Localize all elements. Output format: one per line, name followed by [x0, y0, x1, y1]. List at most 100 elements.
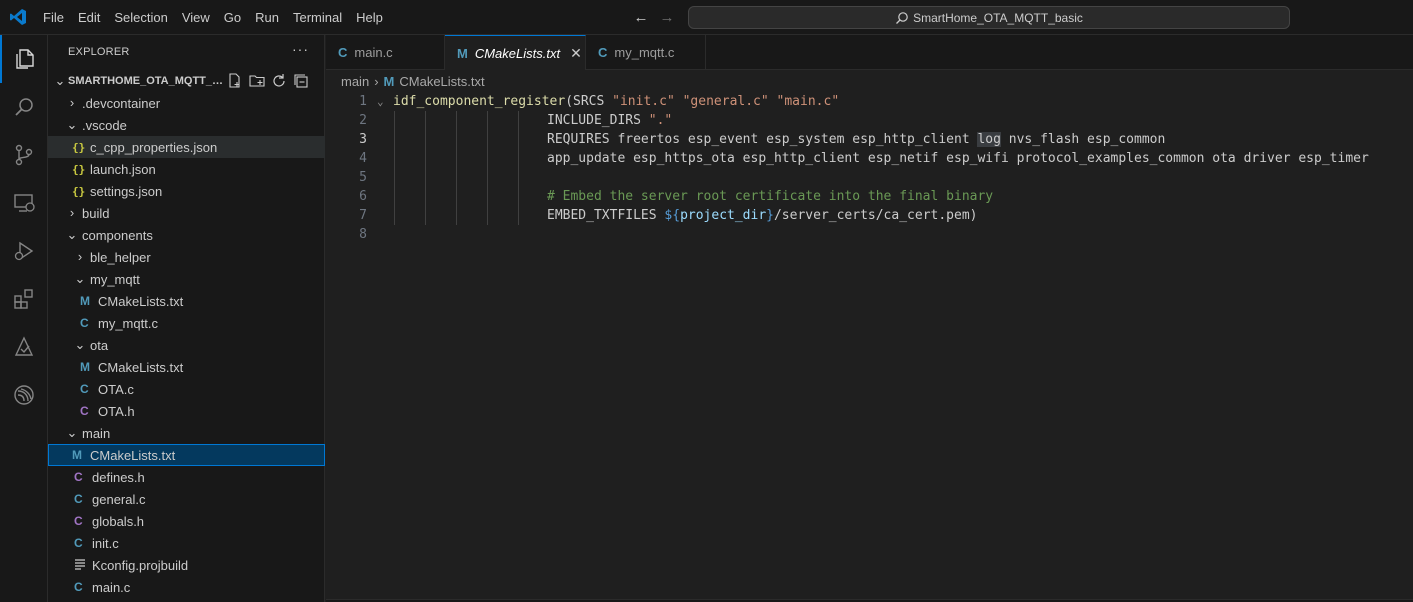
- code-line-3: REQUIRES freertos esp_event esp_system e…: [547, 130, 1165, 149]
- back-arrow-icon[interactable]: ←: [632, 9, 650, 27]
- breadcrumb-folder[interactable]: main: [341, 74, 369, 89]
- text-file-icon: [74, 558, 92, 573]
- h-file-icon: C: [80, 404, 89, 418]
- menu-terminal[interactable]: Terminal: [286, 0, 349, 35]
- code-token: idf_component_register: [393, 94, 566, 109]
- tree-folder-my-mqtt[interactable]: ⌄ my_mqtt: [48, 268, 325, 290]
- source-control-button[interactable]: [0, 131, 48, 179]
- tree-item-label: OTA.c: [98, 381, 134, 397]
- tree-item-label: .devcontainer: [82, 95, 161, 111]
- espressif-button[interactable]: [0, 371, 48, 419]
- tree-file-my-mqtt-cmakelists[interactable]: M CMakeLists.txt: [48, 290, 325, 312]
- tree-file-globals-h[interactable]: C globals.h: [48, 510, 325, 532]
- tree-item-label: CMakeLists.txt: [90, 447, 176, 463]
- extensions-button[interactable]: [0, 275, 48, 323]
- fold-chevron-icon[interactable]: ⌄: [377, 92, 384, 111]
- menu-run[interactable]: Run: [248, 0, 286, 35]
- line-number: 6: [359, 189, 367, 204]
- h-file-icon: C: [74, 514, 83, 528]
- code-token: nvs_flash esp_common: [1000, 132, 1166, 147]
- breadcrumb-file[interactable]: CMakeLists.txt: [399, 74, 484, 89]
- remote-explorer-button[interactable]: [0, 179, 48, 227]
- chevron-down-icon: ⌄: [54, 73, 66, 88]
- tree-file-kconfig[interactable]: Kconfig.projbuild: [48, 554, 325, 576]
- line-number: 1: [359, 94, 367, 109]
- tree-item-label: my_mqtt.c: [98, 315, 158, 331]
- tree-item-label: c_cpp_properties.json: [90, 139, 218, 155]
- tree-folder-main[interactable]: ⌄ main: [48, 422, 325, 444]
- activity-bar: [0, 35, 48, 602]
- workspace-root[interactable]: ⌄ SMARTHOME_OTA_MQTT_BASIC: [48, 70, 325, 92]
- tab-cmakelists[interactable]: M CMakeLists.txt ✕: [445, 35, 586, 70]
- tree-file-settings-json[interactable]: {} settings.json: [48, 180, 325, 202]
- collapse-all-icon[interactable]: [290, 70, 312, 92]
- tree-item-label: my_mqtt: [90, 271, 140, 287]
- menu-help[interactable]: Help: [349, 0, 390, 35]
- c-file-icon: C: [74, 536, 83, 550]
- code-string: ".": [648, 113, 673, 128]
- tree-file-init-c[interactable]: C init.c: [48, 532, 325, 554]
- tab-my-mqtt-c[interactable]: C my_mqtt.c: [586, 35, 706, 70]
- refresh-icon[interactable]: [268, 70, 290, 92]
- menu-view[interactable]: View: [175, 0, 217, 35]
- code-line-2: INCLUDE_DIRS ".": [547, 111, 672, 130]
- indent-guide: [394, 111, 395, 225]
- c-file-icon: C: [80, 382, 89, 396]
- tree-file-launch-json[interactable]: {} launch.json: [48, 158, 325, 180]
- explorer-button[interactable]: [0, 35, 48, 83]
- code-editor[interactable]: 1 2 3 4 5 6 7 8 ⌄ idf_component_register…: [326, 92, 1413, 600]
- tree-file-main-c[interactable]: C main.c: [48, 576, 325, 598]
- tree-item-label: init.c: [92, 535, 119, 551]
- chevron-right-icon: ›: [77, 249, 83, 264]
- remote-explorer-icon: [14, 194, 35, 212]
- tree-file-my-mqtt-c[interactable]: C my_mqtt.c: [48, 312, 325, 334]
- menu-go[interactable]: Go: [217, 0, 248, 35]
- tree-folder-components[interactable]: ⌄ components: [48, 224, 325, 246]
- tree-item-label: general.c: [92, 491, 146, 507]
- tree-item-label: launch.json: [90, 161, 156, 177]
- tab-main-c[interactable]: C main.c: [326, 35, 445, 70]
- indent-guide: [487, 111, 488, 225]
- espressif-icon: [14, 385, 34, 405]
- breadcrumb: main › M CMakeLists.txt: [326, 70, 485, 92]
- tree-file-general-c[interactable]: C general.c: [48, 488, 325, 510]
- extensions-icon: [14, 289, 33, 309]
- idf-explorer-button[interactable]: [0, 323, 48, 371]
- chevron-right-icon: ›: [69, 95, 75, 110]
- tree-folder-ble-helper[interactable]: › ble_helper: [48, 246, 325, 268]
- tree-folder-devcontainer[interactable]: › .devcontainer: [48, 92, 325, 114]
- c-file-icon: C: [74, 580, 83, 594]
- menu-edit[interactable]: Edit: [71, 0, 107, 35]
- line-number: 2: [359, 113, 367, 128]
- search-button[interactable]: [0, 83, 48, 131]
- code-string: "general.c": [682, 94, 769, 109]
- idf-icon: [14, 336, 34, 356]
- tree-file-c-cpp-properties[interactable]: {} c_cpp_properties.json: [48, 136, 325, 158]
- tree-item-label: components: [82, 227, 153, 243]
- tree-item-label: main: [82, 425, 111, 441]
- tree-file-ota-h[interactable]: C OTA.h: [48, 400, 325, 422]
- tree-file-defines-h[interactable]: C defines.h: [48, 466, 325, 488]
- tree-file-main-cmakelists[interactable]: M CMakeLists.txt: [48, 444, 325, 466]
- close-icon[interactable]: ✕: [570, 45, 582, 62]
- line-number: 5: [359, 170, 367, 185]
- sidebar-title: EXPLORER: [68, 46, 130, 58]
- tree-file-ota-c[interactable]: C OTA.c: [48, 378, 325, 400]
- tree-file-ota-cmakelists[interactable]: M CMakeLists.txt: [48, 356, 325, 378]
- tree-folder-vscode[interactable]: ⌄ .vscode: [48, 114, 325, 136]
- forward-arrow-icon[interactable]: →: [658, 9, 676, 27]
- run-debug-button[interactable]: [0, 227, 48, 275]
- tree-folder-build[interactable]: › build: [48, 202, 325, 224]
- editor-tab-bar: C main.c M CMakeLists.txt ✕ C my_mqtt.c: [326, 35, 1413, 70]
- menu-selection[interactable]: Selection: [107, 0, 174, 35]
- new-folder-icon[interactable]: [246, 70, 268, 92]
- code-token: /server_certs/ca_cert.pem): [773, 208, 978, 223]
- json-file-icon: {}: [72, 162, 86, 176]
- new-file-icon[interactable]: [224, 70, 246, 92]
- command-center-search[interactable]: SmartHome_OTA_MQTT_basic: [688, 6, 1290, 29]
- menu-file[interactable]: File: [36, 0, 71, 35]
- chevron-down-icon: ⌄: [66, 425, 78, 440]
- code-line-7: EMBED_TXTFILES ${project_dir}/server_cer…: [547, 206, 977, 225]
- more-actions-icon[interactable]: ···: [292, 41, 309, 57]
- tree-folder-ota[interactable]: ⌄ ota: [48, 334, 325, 356]
